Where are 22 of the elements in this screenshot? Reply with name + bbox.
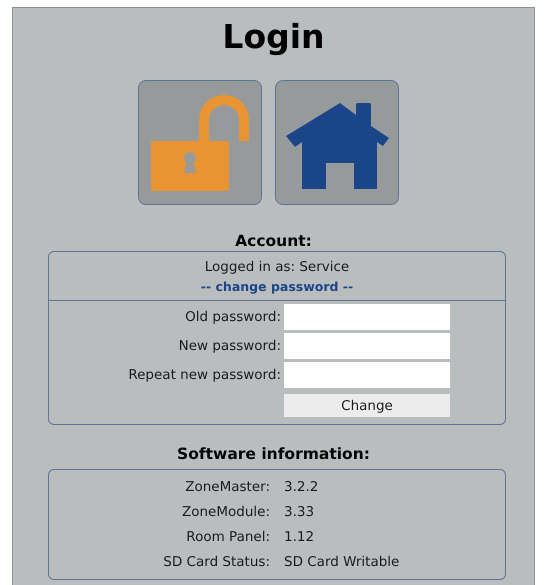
info-label: ZoneMaster: xyxy=(185,478,270,497)
logged-in-text: Logged in as: Service xyxy=(204,258,350,277)
change-password-link[interactable]: -- change password -- xyxy=(200,277,354,297)
info-value: 1.12 xyxy=(284,528,316,547)
info-label: ZoneModule: xyxy=(182,503,270,522)
field-label: Old password: xyxy=(185,309,281,325)
info-label: SD Card Status: xyxy=(163,553,270,572)
page-title: Login xyxy=(221,16,326,58)
section-heading: Software information: xyxy=(176,444,371,464)
info-value: SD Card Writable xyxy=(284,553,400,572)
home-button[interactable] xyxy=(274,80,398,205)
password-field[interactable] xyxy=(284,362,450,388)
field-label: Repeat new password: xyxy=(128,367,281,383)
unlock-button[interactable] xyxy=(138,80,262,205)
info-value: 3.2.2 xyxy=(284,478,320,497)
info-label: Room Panel: xyxy=(186,528,270,547)
change-button[interactable]: Change xyxy=(284,394,450,417)
password-field[interactable] xyxy=(284,304,450,330)
section-heading: Account: xyxy=(234,231,313,251)
info-value: 3.33 xyxy=(284,503,316,522)
field-label: New password: xyxy=(178,338,281,354)
password-field[interactable] xyxy=(284,333,450,359)
